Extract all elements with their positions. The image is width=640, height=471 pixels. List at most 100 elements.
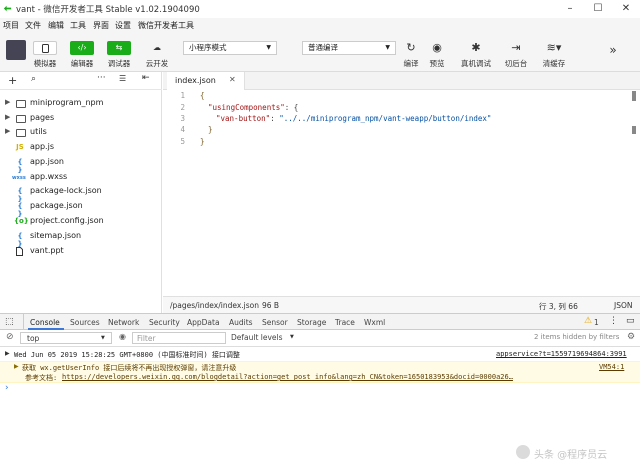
- clear-cache-button[interactable]: 清缓存: [538, 58, 570, 69]
- editor-toggle[interactable]: ‹/›: [70, 41, 94, 55]
- tab-sensor[interactable]: Sensor: [262, 318, 288, 327]
- config-file-icon: {o}: [14, 217, 29, 225]
- log-levels-select[interactable]: Default levels: [231, 333, 283, 342]
- search-icon[interactable]: ⌕: [31, 74, 36, 84]
- chevron-down-icon: ▼: [290, 334, 294, 340]
- tab-audits[interactable]: Audits: [229, 318, 253, 327]
- warning-count[interactable]: 1: [594, 318, 599, 327]
- close-icon[interactable]: ✕: [229, 75, 236, 84]
- switch-background-icon[interactable]: ⇥: [506, 41, 526, 54]
- tree-item-label: package.json: [30, 201, 83, 210]
- clear-console-icon[interactable]: ⊘: [6, 332, 14, 342]
- toolbar: 模拟器 ‹/› 编辑器 ⇆ 调试器 ☁ 云开发 小程序模式 ▼ 普通编译 ▼ ↻…: [0, 33, 640, 72]
- dock-icon[interactable]: ▭: [626, 316, 635, 326]
- tree-item-file[interactable]: { } package.json: [0, 199, 161, 218]
- code-line: {: [200, 91, 205, 100]
- console-prompt[interactable]: ›: [5, 383, 9, 393]
- tree-item-folder[interactable]: ▶ miniprogram_npm: [0, 96, 161, 111]
- menu-edit[interactable]: 编辑: [48, 20, 64, 31]
- preview-button[interactable]: 预览: [423, 58, 451, 69]
- more-icon[interactable]: »: [603, 43, 623, 57]
- menu-wechat-devtools[interactable]: 微信开发者工具: [138, 20, 194, 31]
- background-button[interactable]: 切后台: [500, 58, 532, 69]
- tree-item-file[interactable]: { } package-lock.json: [0, 184, 161, 203]
- tree-item-file[interactable]: vant.ppt: [0, 244, 161, 259]
- eye-icon[interactable]: ◉: [119, 332, 126, 341]
- more-options-icon[interactable]: ⋮: [609, 316, 618, 326]
- code-line: "usingComponents": {: [208, 103, 299, 112]
- tree-item-file[interactable]: { } sitemap.json: [0, 229, 161, 248]
- warning-doc-label: 参考文档:: [25, 374, 58, 382]
- language-mode[interactable]: JSON: [614, 301, 633, 310]
- tree-item-folder[interactable]: ▶ utils: [0, 125, 161, 140]
- tab-appdata[interactable]: AppData: [187, 318, 220, 327]
- mode-select[interactable]: 小程序模式 ▼: [183, 41, 277, 55]
- cloud-button[interactable]: ☁: [145, 41, 169, 55]
- maximize-button[interactable]: ☐: [584, 0, 612, 18]
- tab-trace[interactable]: Trace: [335, 318, 355, 327]
- warning-doc-link[interactable]: https://developers.weixin.qq.com/blogdet…: [62, 373, 513, 381]
- menu-settings[interactable]: 设置: [115, 20, 131, 31]
- tab-index-json[interactable]: index.json ✕: [167, 72, 245, 90]
- tree-item-label: miniprogram_npm: [30, 98, 104, 107]
- chevron-right-icon: ▶: [5, 113, 11, 121]
- watermark: 头条 @程序员云: [516, 441, 636, 465]
- folder-icon: [16, 129, 26, 137]
- tab-storage[interactable]: Storage: [297, 318, 326, 327]
- tab-label: index.json: [175, 76, 216, 85]
- compile-select[interactable]: 普通编译 ▼: [302, 41, 396, 55]
- cursor-position[interactable]: 行 3, 列 66: [539, 301, 578, 312]
- settings-icon[interactable]: ⚙: [627, 332, 635, 342]
- cloud-icon: ☁: [153, 43, 161, 52]
- tab-security[interactable]: Security: [149, 318, 180, 327]
- code-line: "van-button": "../../miniprogram_npm/van…: [216, 114, 492, 123]
- refresh-icon[interactable]: ↻: [401, 41, 421, 54]
- layers-icon[interactable]: ≋▾: [544, 41, 564, 54]
- simulator-toggle[interactable]: [33, 41, 57, 55]
- tab-console[interactable]: Console: [30, 318, 60, 327]
- tab-network[interactable]: Network: [108, 318, 139, 327]
- js-file-icon: JS: [16, 143, 24, 151]
- menu-tools[interactable]: 工具: [70, 20, 86, 31]
- warning-message: ▶ 获取 wx.getUserInfo 接口后续将不再出现授权弹窗，请注意升级 …: [0, 361, 640, 383]
- menu-view[interactable]: 界面: [93, 20, 109, 31]
- tree-item-file[interactable]: JS app.js: [0, 140, 161, 155]
- tree-item-file[interactable]: wxss app.wxss: [0, 170, 161, 185]
- context-select[interactable]: top ▼: [20, 332, 112, 344]
- tree-item-folder[interactable]: ▶ pages: [0, 111, 161, 126]
- minimize-button[interactable]: –: [556, 0, 584, 18]
- compile-button[interactable]: 编译: [397, 58, 425, 69]
- chevron-down-icon: ▼: [385, 44, 390, 51]
- close-button[interactable]: ✕: [612, 0, 640, 18]
- inspect-icon[interactable]: ⬚: [5, 317, 14, 327]
- expand-arrow-icon[interactable]: ▶: [5, 350, 10, 357]
- title-bar: vant - 微信开发者工具 Stable v1.02.1904090 – ☐ …: [0, 0, 640, 18]
- menu-file[interactable]: 文件: [25, 20, 41, 31]
- tab-wxml[interactable]: Wxml: [364, 318, 385, 327]
- filter-input[interactable]: Filter: [132, 332, 226, 344]
- device-debug-button[interactable]: 真机调试: [456, 58, 496, 69]
- warning-text: 获取 wx.getUserInfo 接口后续将不再出现授权弹窗，请注意升级: [22, 364, 237, 372]
- sort-icon[interactable]: ☰: [119, 74, 126, 83]
- folder-icon: [16, 100, 26, 108]
- warning-source-link[interactable]: VM54:1: [599, 363, 624, 371]
- line-number: 1: [180, 91, 185, 100]
- more-options-icon[interactable]: ···: [97, 73, 106, 83]
- code-line: }: [208, 125, 213, 134]
- collapse-icon[interactable]: ⇤: [142, 73, 150, 83]
- chevron-down-icon: ▼: [101, 335, 105, 341]
- tree-item-file[interactable]: { } app.json: [0, 155, 161, 174]
- bug-icon[interactable]: ✱: [466, 41, 486, 54]
- log-source-link[interactable]: appservice?t=1559719694864:3991: [496, 350, 627, 358]
- mode-select-value: 小程序模式: [189, 43, 227, 52]
- debugger-toggle[interactable]: ⇆: [107, 41, 131, 55]
- eye-icon[interactable]: ◉: [427, 41, 447, 54]
- avatar[interactable]: [6, 40, 26, 60]
- warning-icon[interactable]: ⚠: [584, 316, 592, 326]
- add-icon[interactable]: +: [8, 74, 17, 87]
- menu-project[interactable]: 项目: [3, 20, 19, 31]
- filter-placeholder: Filter: [137, 334, 156, 343]
- tab-sources[interactable]: Sources: [70, 318, 100, 327]
- expand-arrow-icon[interactable]: ▶: [14, 363, 19, 370]
- tree-item-file[interactable]: {o} project.config.json: [0, 214, 161, 229]
